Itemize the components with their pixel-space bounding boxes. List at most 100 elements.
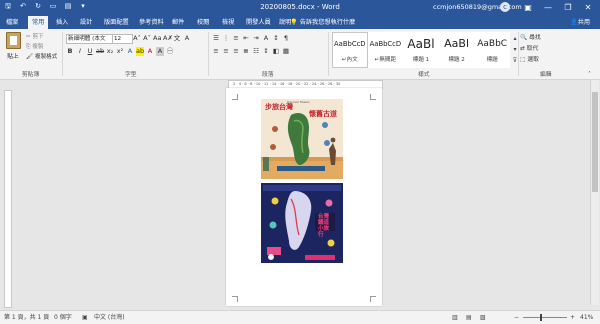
clear-format-icon[interactable]: A✗ xyxy=(163,34,173,43)
collapse-ribbon-icon[interactable]: ˄ xyxy=(588,71,591,78)
cut-button[interactable]: ✂ 剪下 xyxy=(26,32,44,40)
scrollbar-thumb[interactable] xyxy=(592,92,598,192)
poster-image-railway[interactable]: 台灣鐵道小旅行 xyxy=(261,183,343,263)
distributed-icon[interactable]: ☷ xyxy=(252,47,260,56)
decrease-indent-icon[interactable]: ⇤ xyxy=(242,34,250,43)
multilevel-list-icon[interactable]: ≡ xyxy=(232,34,240,43)
underline-icon[interactable]: U xyxy=(86,47,94,56)
tab-insert[interactable]: 插入 xyxy=(52,16,72,29)
show-marks-icon[interactable]: ¶ xyxy=(282,34,290,43)
format-painter-button[interactable]: 🖌 複製格式 xyxy=(26,52,57,60)
tab-developer[interactable]: 開發人員 xyxy=(242,16,275,29)
vertical-ruler[interactable] xyxy=(4,90,12,308)
char-shading-icon[interactable]: A xyxy=(156,47,164,56)
window-controls: ▣ — ❐ ✕ xyxy=(518,1,598,14)
styles-gallery: AaBbCcD ↵內文 AaBbCcD ↵無間距 AaBl 標題 1 AaBl … xyxy=(332,32,510,68)
numbering-icon[interactable]: ⋮ xyxy=(222,34,230,43)
select-label: 選取 xyxy=(527,57,539,63)
tab-view[interactable]: 檢視 xyxy=(218,16,238,29)
style-title[interactable]: AaBbC 標題 xyxy=(474,32,510,68)
language-status[interactable]: 中文 (台灣) xyxy=(94,313,125,322)
print-layout-icon[interactable]: ▤ xyxy=(466,313,472,322)
font-size-box[interactable]: 12 xyxy=(112,34,133,44)
select-button[interactable]: ⬚ 選取 xyxy=(520,54,539,63)
status-bar: 第 1 頁，共 1 頁 0 個字 ▣ 中文 (台灣) ▥ ▤ ▧ − + 41% xyxy=(0,310,600,324)
tab-layout[interactable]: 版面配置 xyxy=(100,16,133,29)
char-border-icon[interactable]: A xyxy=(183,34,191,43)
share-label: 共用 xyxy=(577,19,591,26)
share-button[interactable]: 👤共用 xyxy=(570,16,590,29)
bold-icon[interactable]: B xyxy=(66,47,74,56)
style-no-spacing[interactable]: AaBbCcD ↵無間距 xyxy=(367,32,404,68)
find-button[interactable]: 🔍 尋找 xyxy=(520,32,541,41)
close-button[interactable]: ✕ xyxy=(578,1,598,14)
font-color-icon[interactable]: A xyxy=(146,47,154,56)
replace-button[interactable]: ⇄ 取代 xyxy=(520,43,538,52)
paragraph-row-2: ≡ ≡ ≡ ≣ ☷ ↕ ◧ ▦ xyxy=(212,47,290,56)
highlight-icon[interactable]: ab xyxy=(136,47,144,56)
style-heading-2[interactable]: AaBl 標題 2 xyxy=(438,32,475,68)
avatar[interactable]: c xyxy=(500,2,510,12)
chinese-layout-icon[interactable]: A xyxy=(262,34,270,43)
tab-references[interactable]: 參考資料 xyxy=(135,16,168,29)
phonetic-guide-icon[interactable]: 文 xyxy=(173,34,181,43)
style-sample: AaBbCcD xyxy=(369,40,402,48)
maximize-button[interactable]: ❐ xyxy=(558,1,578,14)
style-name: ↵無間距 xyxy=(374,57,397,63)
style-name: 標題 xyxy=(486,57,498,63)
zoom-slider[interactable] xyxy=(523,314,567,321)
web-layout-icon[interactable]: ▧ xyxy=(480,313,486,322)
line-spacing-icon[interactable]: ↕ xyxy=(262,47,270,56)
tab-review[interactable]: 校閱 xyxy=(193,16,213,29)
read-mode-icon[interactable]: ▥ xyxy=(452,313,458,322)
tab-file[interactable]: 檔案 xyxy=(2,16,22,29)
grow-font-icon[interactable]: A˄ xyxy=(133,34,141,43)
style-heading-1[interactable]: AaBl 標題 1 xyxy=(403,32,439,68)
word-count[interactable]: 0 個字 xyxy=(54,313,72,322)
enclose-char-icon[interactable]: ㊀ xyxy=(166,47,174,56)
shrink-font-icon[interactable]: A˅ xyxy=(143,34,151,43)
ribbon-home: 貼上 ✂ 剪下 ⎘ 複製 🖌 複製格式 剪貼簿 新細明體 (本文 12 A˄ A… xyxy=(0,29,600,80)
sort-icon[interactable]: ↕ xyxy=(272,34,280,43)
copy-button[interactable]: ⎘ 複製 xyxy=(26,42,43,51)
zoom-slider-knob[interactable] xyxy=(540,314,542,321)
minimize-button[interactable]: — xyxy=(538,1,558,14)
align-center-icon[interactable]: ≡ xyxy=(222,47,230,56)
zoom-out-button[interactable]: − xyxy=(514,313,519,322)
justify-icon[interactable]: ≣ xyxy=(242,47,250,56)
crop-mark xyxy=(232,94,238,100)
borders-icon[interactable]: ▦ xyxy=(282,47,290,56)
page-count[interactable]: 第 1 頁，共 1 頁 xyxy=(4,313,49,322)
align-right-icon[interactable]: ≡ xyxy=(232,47,240,56)
search-icon: 🔍 xyxy=(520,35,528,41)
tab-mailings[interactable]: 郵件 xyxy=(168,16,188,29)
style-name: 標題 1 xyxy=(412,57,430,63)
select-icon: ⬚ xyxy=(520,57,526,63)
proofing-icon[interactable]: ▣ xyxy=(82,313,88,322)
paste-button[interactable]: 貼上 xyxy=(5,32,21,60)
text-effects-icon[interactable]: A xyxy=(126,47,134,56)
subscript-icon[interactable]: x₂ xyxy=(106,47,114,56)
ribbon-tabs: 檔案 常用 插入 設計 版面配置 參考資料 郵件 校閱 檢視 開發人員 說明 💡… xyxy=(0,15,600,29)
editing-group-label: 編輯 xyxy=(540,72,552,78)
strikethrough-icon[interactable]: ab xyxy=(96,47,104,56)
align-left-icon[interactable]: ≡ xyxy=(212,47,220,56)
zoom-level[interactable]: 41% xyxy=(580,313,593,322)
tab-design[interactable]: 設計 xyxy=(76,16,96,29)
style-normal[interactable]: AaBbCcD ↵內文 xyxy=(332,32,368,68)
font-name-box[interactable]: 新細明體 (本文 xyxy=(66,34,113,44)
bullets-icon[interactable]: ☰ xyxy=(212,34,220,43)
title-bar: 🖫 ↶ ↻ ▭ ▤ ▾ 20200805.docx - Word ccmjon6… xyxy=(0,0,600,15)
tab-home[interactable]: 常用 xyxy=(28,16,49,29)
increase-indent-icon[interactable]: ⇥ xyxy=(252,34,260,43)
ribbon-display-icon[interactable]: ▣ xyxy=(518,1,538,14)
vertical-scrollbar[interactable] xyxy=(590,80,599,305)
superscript-icon[interactable]: x² xyxy=(116,47,124,56)
poster-image-hiking[interactable]: 步旅台灣 懷舊古道 Discover Taiwan xyxy=(261,99,343,179)
shading-icon[interactable]: ◧ xyxy=(272,47,280,56)
zoom-in-button[interactable]: + xyxy=(570,313,575,322)
tell-me-box[interactable]: 💡 告訴我您想執行什麼 xyxy=(290,16,355,29)
italic-icon[interactable]: I xyxy=(76,47,84,56)
change-case-icon[interactable]: Aa xyxy=(153,34,161,43)
clipboard-group-label: 剪貼簿 xyxy=(22,72,40,78)
